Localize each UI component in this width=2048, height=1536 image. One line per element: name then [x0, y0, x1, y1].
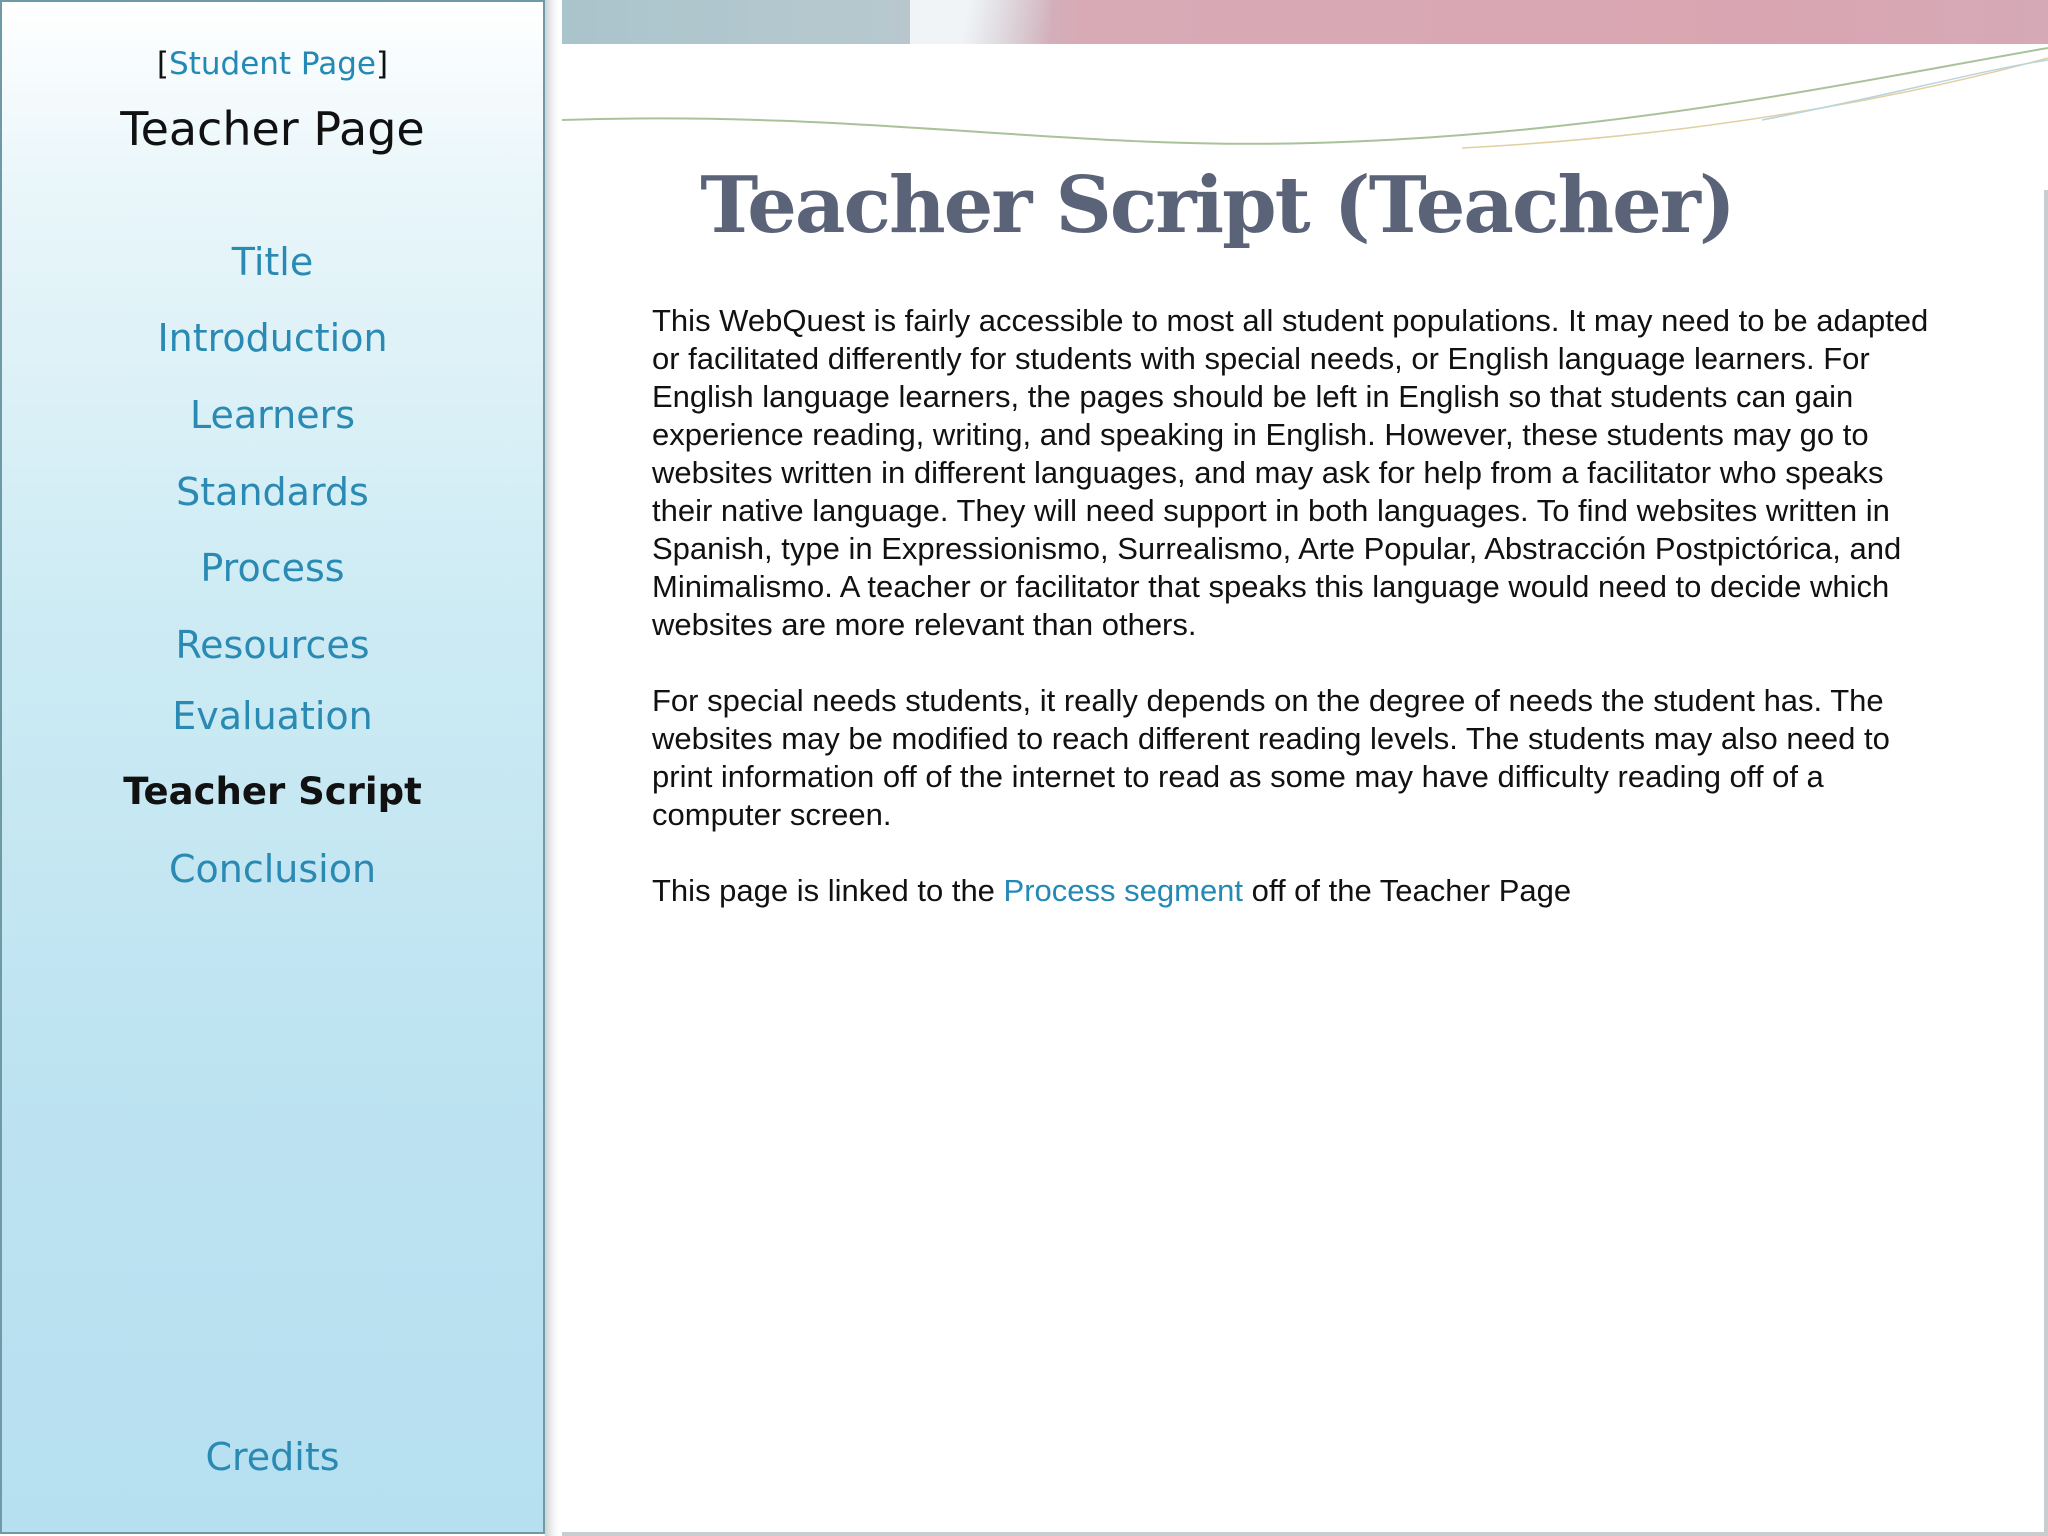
sidebar-item-resources[interactable]: Resources — [2, 622, 543, 668]
sidebar-item-title[interactable]: Title — [2, 239, 543, 285]
sidebar-item-evaluation[interactable]: Evaluation — [2, 693, 543, 739]
header-decorative-band — [562, 0, 2048, 44]
sidebar-item-teacher-script[interactable]: Teacher Script — [2, 769, 543, 815]
sidebar-item-introduction[interactable]: Introduction — [2, 315, 543, 361]
link-note-suffix: off of the Teacher Page — [1243, 873, 1572, 908]
sidebar-item-credits[interactable]: Credits — [2, 1434, 543, 1480]
link-note-prefix: This page is linked to the — [652, 873, 1004, 908]
bracket-open: [ — [156, 46, 170, 82]
page-right-border — [2044, 190, 2048, 1536]
sidebar-title: Teacher Page — [120, 102, 425, 156]
page-title: Teacher Script (Teacher) — [700, 160, 1736, 251]
sidebar-item-process[interactable]: Process — [2, 545, 543, 591]
sidebar-nav: [Student Page] Teacher Page Title Introd… — [0, 0, 545, 1534]
sidebar-shadow — [545, 0, 559, 1536]
sidebar-item-learners[interactable]: Learners — [2, 392, 543, 438]
header-band-notch — [910, 0, 1050, 44]
main-content: This WebQuest is fairly accessible to mo… — [652, 302, 1932, 948]
paragraph-link-note: This page is linked to the Process segme… — [652, 872, 1932, 910]
sidebar-item-standards[interactable]: Standards — [2, 469, 543, 515]
page-bottom-border — [562, 1532, 2048, 1536]
sidebar-item-conclusion[interactable]: Conclusion — [2, 846, 543, 892]
bracket-close: ] — [375, 46, 389, 82]
paragraph-ell: This WebQuest is fairly accessible to mo… — [652, 303, 1929, 642]
paragraph-special-needs: For special needs students, it really de… — [652, 683, 1890, 832]
student-page-link[interactable]: Student Page — [169, 46, 376, 82]
process-segment-link[interactable]: Process segment — [1004, 873, 1244, 908]
decorative-swoosh — [562, 47, 2048, 149]
student-page-link-wrap: [Student Page] — [2, 46, 543, 82]
